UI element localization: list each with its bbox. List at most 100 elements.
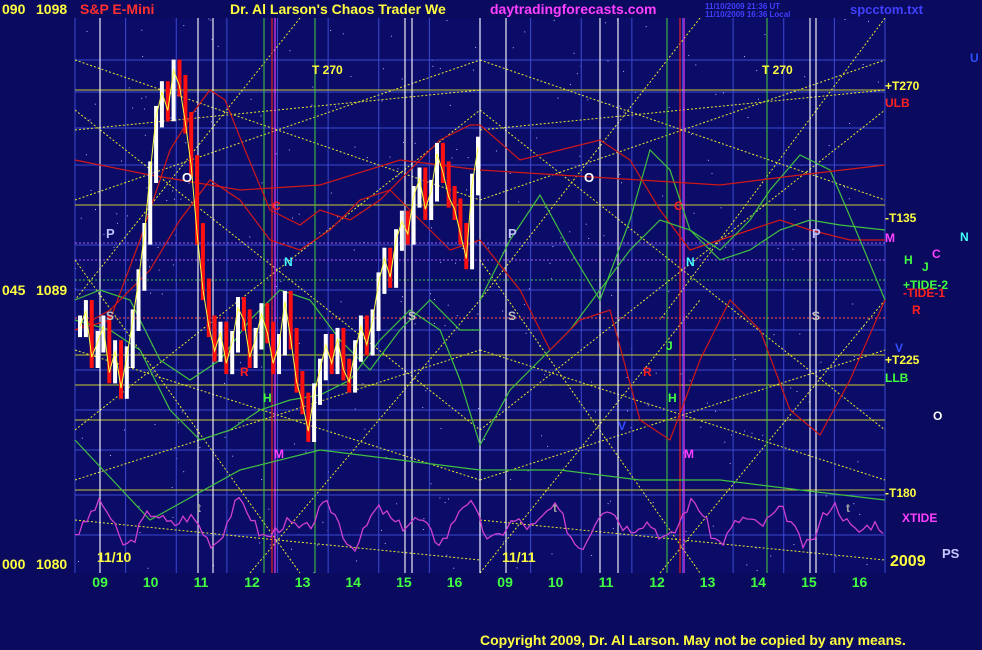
label-h-session2: H <box>668 391 677 405</box>
star-dot <box>289 50 291 52</box>
price-bar <box>224 321 229 375</box>
header-left-code: 090 <box>2 1 26 17</box>
star-dot <box>439 68 441 70</box>
star-dot <box>731 434 733 436</box>
star-dot <box>516 567 518 569</box>
star-dot <box>569 231 571 233</box>
label-llb: LLB <box>885 371 909 385</box>
star-dot <box>210 121 212 123</box>
price-bar <box>89 300 94 368</box>
star-dot <box>835 556 837 558</box>
star-dot <box>138 352 140 354</box>
star-dot <box>587 99 589 101</box>
label-o-right: O <box>933 409 942 423</box>
star-dot <box>655 372 657 374</box>
price-bar <box>329 334 334 375</box>
star-dot <box>478 408 480 409</box>
star-dot <box>744 56 745 58</box>
hour-tick-label: 11 <box>599 574 614 590</box>
star-dot <box>729 463 731 465</box>
star-dot <box>414 323 416 325</box>
star-dot <box>770 555 772 557</box>
star-dot <box>734 358 736 360</box>
price-bar <box>394 229 399 288</box>
star-dot <box>210 19 212 21</box>
star-dot <box>195 110 197 112</box>
star-dot <box>700 426 702 428</box>
star-dot <box>294 443 295 445</box>
star-dot <box>340 301 342 303</box>
star-dot <box>224 382 225 384</box>
star-dot <box>777 247 779 249</box>
star-dot <box>751 432 753 434</box>
hour-tick-label: 16 <box>852 574 868 590</box>
hour-tick-label: 16 <box>447 574 463 590</box>
hour-tick-label: 09 <box>92 574 108 590</box>
star-dot <box>292 217 293 219</box>
star-dot <box>573 52 575 54</box>
star-dot <box>627 410 629 412</box>
star-dot <box>232 455 234 457</box>
price-bar <box>119 340 123 399</box>
star-dot <box>794 209 796 211</box>
star-dot <box>154 424 156 426</box>
star-dot <box>528 288 530 290</box>
star-dot <box>319 232 321 234</box>
price-bar <box>259 303 264 350</box>
star-dot <box>173 198 175 200</box>
label-t2-session2: t <box>846 501 850 515</box>
star-dot <box>317 544 318 546</box>
star-dot <box>544 374 546 376</box>
star-dot <box>449 104 451 106</box>
star-dot <box>773 334 775 336</box>
star-dot <box>607 60 609 62</box>
hour-tick-label: 09 <box>497 574 513 590</box>
star-dot <box>473 69 474 71</box>
star-dot <box>668 291 670 293</box>
star-dot <box>523 304 525 306</box>
price-bar <box>370 309 375 356</box>
star-dot <box>619 173 621 175</box>
star-dot <box>848 198 850 200</box>
star-dot <box>259 542 261 544</box>
star-dot <box>268 508 270 510</box>
star-dot <box>335 106 336 108</box>
star-dot <box>563 241 565 242</box>
star-dot <box>792 248 794 250</box>
header-website[interactable]: daytradingforecasts.com <box>490 1 657 17</box>
star-dot <box>224 436 226 438</box>
star-dot <box>249 236 251 238</box>
label-p-session1: P <box>106 226 115 241</box>
star-dot <box>146 187 148 189</box>
star-dot <box>746 564 748 566</box>
star-dot <box>589 478 591 480</box>
star-dot <box>217 45 219 47</box>
star-dot <box>662 195 664 197</box>
star-dot <box>183 471 185 473</box>
star-dot <box>280 281 282 283</box>
price-bar <box>159 81 164 128</box>
star-dot <box>569 84 571 86</box>
star-dot <box>866 563 868 565</box>
star-dot <box>706 402 708 404</box>
star-dot <box>312 86 314 88</box>
star-dot <box>423 518 425 520</box>
star-dot <box>612 528 614 530</box>
star-dot <box>330 30 332 31</box>
star-dot <box>859 513 861 515</box>
star-dot <box>444 502 446 504</box>
star-dot <box>541 435 543 437</box>
star-dot <box>401 78 403 80</box>
hour-tick-label: 10 <box>143 574 159 590</box>
label-h-right: H <box>904 253 913 267</box>
star-dot <box>342 33 344 35</box>
star-dot <box>647 405 649 407</box>
star-dot <box>722 92 724 94</box>
star-dot <box>849 123 851 124</box>
star-dot <box>139 532 141 534</box>
star-dot <box>366 157 368 159</box>
star-dot <box>90 189 92 191</box>
label-p2-session2: P <box>812 226 821 241</box>
star-dot <box>311 104 313 106</box>
star-dot <box>645 26 647 28</box>
